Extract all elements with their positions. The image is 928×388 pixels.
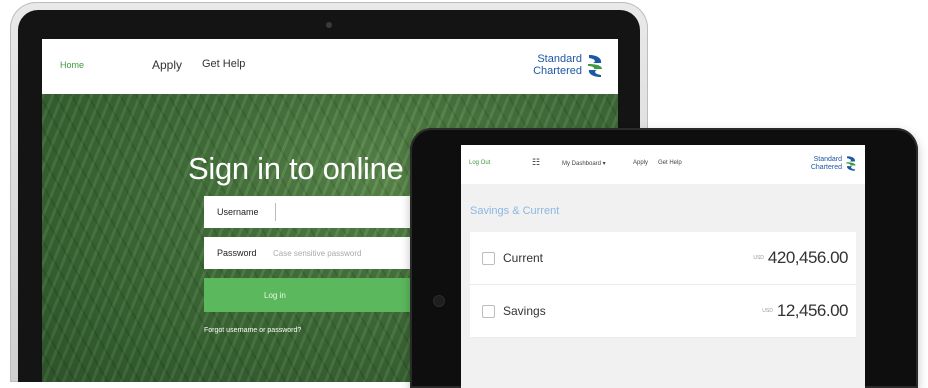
tablet-brand-logo[interactable]: Standard Chartered — [811, 155, 857, 172]
tablet-home-button — [433, 295, 445, 307]
tablet-device: Log Out ☷ My Dashboard ▾ Apply Get Help … — [410, 128, 918, 388]
forgot-credentials-link[interactable]: Forgot username or password? — [204, 327, 301, 334]
accounts-list: Current USD 420,456.00 Savings USD 12,45… — [470, 232, 856, 338]
logout-link[interactable]: Log Out — [469, 160, 490, 166]
tablet-screen: Log Out ☷ My Dashboard ▾ Apply Get Help … — [461, 145, 865, 388]
tablet-logo-line-2: Chartered — [810, 163, 842, 171]
nav-apply-link[interactable]: Apply — [152, 58, 182, 72]
logo-line-2: Chartered — [533, 65, 582, 77]
account-balance: 420,456.00 — [767, 248, 849, 267]
menu-grid-icon[interactable]: ☷ — [532, 157, 540, 168]
nav-home-link[interactable]: Home — [60, 60, 84, 70]
tablet-apply-link[interactable]: Apply — [633, 160, 648, 166]
username-label: Username — [217, 207, 259, 217]
my-dashboard-dropdown[interactable]: My Dashboard ▾ — [562, 160, 606, 167]
camera-icon — [326, 22, 332, 28]
tablet-brand-mark-icon — [846, 156, 856, 171]
page-heading: Sign in to online ba — [188, 151, 446, 186]
password-placeholder: Case sensitive password — [273, 248, 362, 258]
account-row-savings[interactable]: Savings USD 12,456.00 — [470, 285, 856, 338]
account-name: Current — [503, 251, 544, 265]
account-checkbox-icon[interactable] — [482, 304, 495, 318]
tablet-top-nav: Log Out ☷ My Dashboard ▾ Apply Get Help … — [461, 145, 865, 184]
tablet-logo-line-1: Standard — [813, 156, 842, 164]
brand-logo[interactable]: Standard Chartered — [533, 53, 604, 79]
brand-mark-icon — [588, 55, 602, 77]
password-label: Password — [217, 248, 257, 258]
nav-help-link[interactable]: Get Help — [202, 58, 245, 70]
top-nav: Home Apply Get Help Standard Chartered — [42, 39, 618, 94]
tablet-help-link[interactable]: Get Help — [658, 160, 682, 166]
account-currency: USD — [753, 255, 764, 261]
text-cursor — [275, 203, 276, 221]
account-balance: 12,456.00 — [776, 301, 849, 320]
account-checkbox-icon[interactable] — [482, 251, 495, 265]
account-currency: USD — [762, 308, 773, 314]
account-name: Savings — [503, 304, 546, 318]
section-title: Savings & Current — [470, 205, 560, 217]
account-row-current[interactable]: Current USD 420,456.00 — [470, 232, 856, 285]
